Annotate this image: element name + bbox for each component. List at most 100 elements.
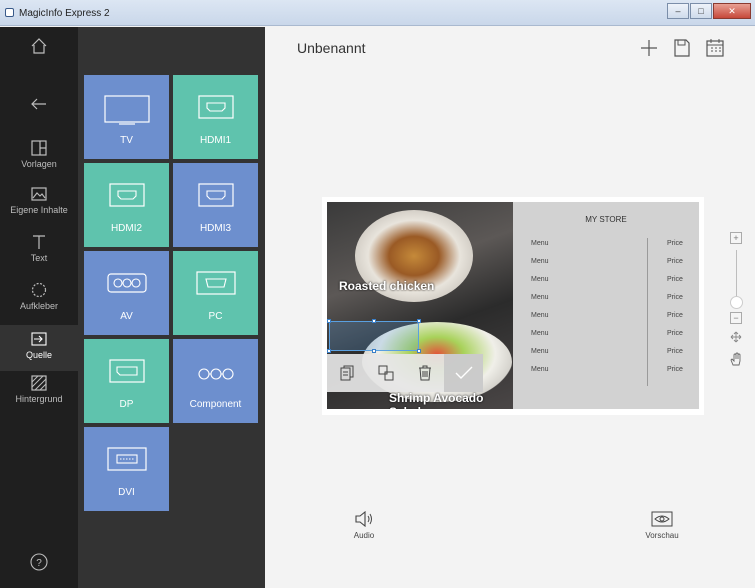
menu-item: Menu bbox=[531, 366, 549, 373]
copy-icon bbox=[340, 365, 353, 381]
source-input-icon bbox=[31, 332, 47, 346]
store-title: MY STORE bbox=[585, 215, 627, 224]
menu-row: Menu Price bbox=[513, 312, 699, 324]
copy-button[interactable] bbox=[327, 354, 366, 392]
new-button[interactable] bbox=[639, 38, 659, 63]
menu-board[interactable]: MY STORE Menu Price Menu Price Menu Price M… bbox=[513, 202, 699, 409]
element-context-toolbar bbox=[327, 354, 483, 392]
layout-canvas[interactable]: Roasted chicken Shrimp Avocado Salad MY … bbox=[322, 197, 704, 415]
minimize-button[interactable]: – bbox=[667, 3, 689, 19]
menu-row: Menu Price bbox=[513, 348, 699, 360]
move-arrows-icon bbox=[730, 331, 742, 343]
source-label-hdmi3: HDMI3 bbox=[199, 223, 232, 234]
selected-element-box[interactable] bbox=[327, 319, 421, 353]
source-tile-dvi[interactable]: DVI bbox=[84, 427, 169, 511]
rail-label-background: Hintergrund bbox=[15, 394, 63, 404]
resize-handle[interactable] bbox=[417, 349, 421, 353]
resize-handle[interactable] bbox=[327, 319, 331, 323]
image-icon bbox=[31, 187, 47, 201]
rail-label-stickers: Aufkleber bbox=[19, 301, 59, 311]
rail-item-templates[interactable]: Vorlagen bbox=[0, 139, 78, 183]
zoom-out-button[interactable]: − bbox=[730, 312, 742, 324]
save-button[interactable] bbox=[673, 38, 691, 63]
audio-button[interactable]: Audio bbox=[349, 511, 379, 540]
source-label-pc: PC bbox=[208, 311, 223, 322]
back-arrow-icon bbox=[31, 98, 46, 110]
hdmi-icon bbox=[197, 95, 234, 119]
rail-item-background[interactable]: Hintergrund bbox=[0, 374, 78, 418]
hdmi-icon bbox=[108, 183, 145, 207]
source-tile-tv[interactable]: TV bbox=[84, 75, 169, 159]
help-icon: ? bbox=[30, 553, 48, 571]
window-controls: – □ ✕ bbox=[666, 3, 751, 19]
menu-price: Price bbox=[667, 348, 683, 355]
dvi-icon bbox=[106, 447, 147, 471]
arrange-button[interactable] bbox=[366, 354, 405, 392]
menu-item: Menu bbox=[531, 330, 549, 337]
schedule-button[interactable] bbox=[705, 38, 725, 63]
source-label-av: AV bbox=[120, 311, 133, 322]
source-label-hdmi2: HDMI2 bbox=[110, 223, 143, 234]
source-panel: TV HDMI1 HDMI2 HDMI3 AV PC DP Component … bbox=[78, 27, 265, 588]
menu-price: Price bbox=[667, 276, 683, 283]
source-label-tv: TV bbox=[120, 135, 133, 146]
templates-icon bbox=[31, 140, 47, 156]
checkmark-icon bbox=[455, 366, 472, 379]
close-button[interactable]: ✕ bbox=[713, 3, 751, 19]
caption-roasted-chicken[interactable]: Roasted chicken bbox=[339, 279, 434, 293]
help-button[interactable]: ? bbox=[0, 552, 78, 588]
rail-item-own-content[interactable]: Eigene Inhalte bbox=[0, 185, 78, 229]
zoom-control: + − bbox=[726, 232, 746, 371]
eye-icon bbox=[651, 511, 673, 527]
source-tile-pc[interactable]: PC bbox=[173, 251, 258, 335]
trash-icon bbox=[418, 365, 431, 381]
rail-item-stickers[interactable]: Aufkleber bbox=[0, 281, 78, 325]
zoom-in-button[interactable]: + bbox=[730, 232, 742, 244]
menu-item: Menu bbox=[531, 294, 549, 301]
hand-icon bbox=[730, 352, 741, 366]
confirm-button[interactable] bbox=[444, 354, 483, 392]
rail-item-source[interactable]: Quelle bbox=[0, 325, 78, 371]
food-photo[interactable]: Roasted chicken Shrimp Avocado Salad bbox=[327, 202, 513, 409]
menu-price: Price bbox=[667, 312, 683, 319]
audio-label: Audio bbox=[353, 531, 375, 540]
left-navigation-rail: Vorlagen Eigene Inhalte Text Aufkleber Q… bbox=[0, 27, 78, 588]
pan-button[interactable] bbox=[726, 352, 746, 371]
rail-item-text[interactable]: Text bbox=[0, 233, 78, 277]
menu-row: Menu Price bbox=[513, 258, 699, 270]
source-tile-hdmi2[interactable]: HDMI2 bbox=[84, 163, 169, 247]
component-icon bbox=[197, 368, 234, 380]
rail-label-templates: Vorlagen bbox=[21, 159, 57, 169]
source-tile-component[interactable]: Component bbox=[173, 339, 258, 423]
zoom-slider-knob[interactable] bbox=[729, 296, 743, 309]
resize-handle[interactable] bbox=[372, 319, 376, 323]
back-button[interactable] bbox=[0, 95, 78, 139]
caption-shrimp-salad[interactable]: Shrimp Avocado Salad bbox=[389, 391, 513, 409]
hdmi-icon bbox=[197, 183, 234, 207]
source-tile-dp[interactable]: DP bbox=[84, 339, 169, 423]
pc-icon bbox=[195, 271, 236, 295]
maximize-button[interactable]: □ bbox=[690, 3, 712, 19]
displayport-icon bbox=[108, 359, 145, 383]
menu-item: Menu bbox=[531, 312, 549, 319]
resize-handle[interactable] bbox=[327, 349, 331, 353]
rail-label-source: Quelle bbox=[25, 350, 52, 360]
rail-label-own-content: Eigene Inhalte bbox=[10, 205, 68, 215]
speaker-icon bbox=[355, 511, 372, 527]
source-tile-hdmi3[interactable]: HDMI3 bbox=[173, 163, 258, 247]
source-tile-hdmi1[interactable]: HDMI1 bbox=[173, 75, 258, 159]
home-button[interactable] bbox=[0, 37, 78, 81]
delete-button[interactable] bbox=[405, 354, 444, 392]
plus-icon bbox=[641, 40, 657, 56]
zoom-slider-track[interactable] bbox=[729, 250, 743, 309]
fit-button[interactable] bbox=[726, 330, 746, 348]
menu-row: Menu Price bbox=[513, 366, 699, 378]
document-title[interactable]: Unbenannt bbox=[297, 40, 366, 56]
source-tile-av[interactable]: AV bbox=[84, 251, 169, 335]
preview-button[interactable]: Vorschau bbox=[645, 511, 679, 540]
av-icon bbox=[106, 273, 147, 293]
resize-handle[interactable] bbox=[372, 349, 376, 353]
resize-handle[interactable] bbox=[417, 319, 421, 323]
menu-item: Menu bbox=[531, 258, 549, 265]
tv-icon bbox=[103, 95, 150, 125]
